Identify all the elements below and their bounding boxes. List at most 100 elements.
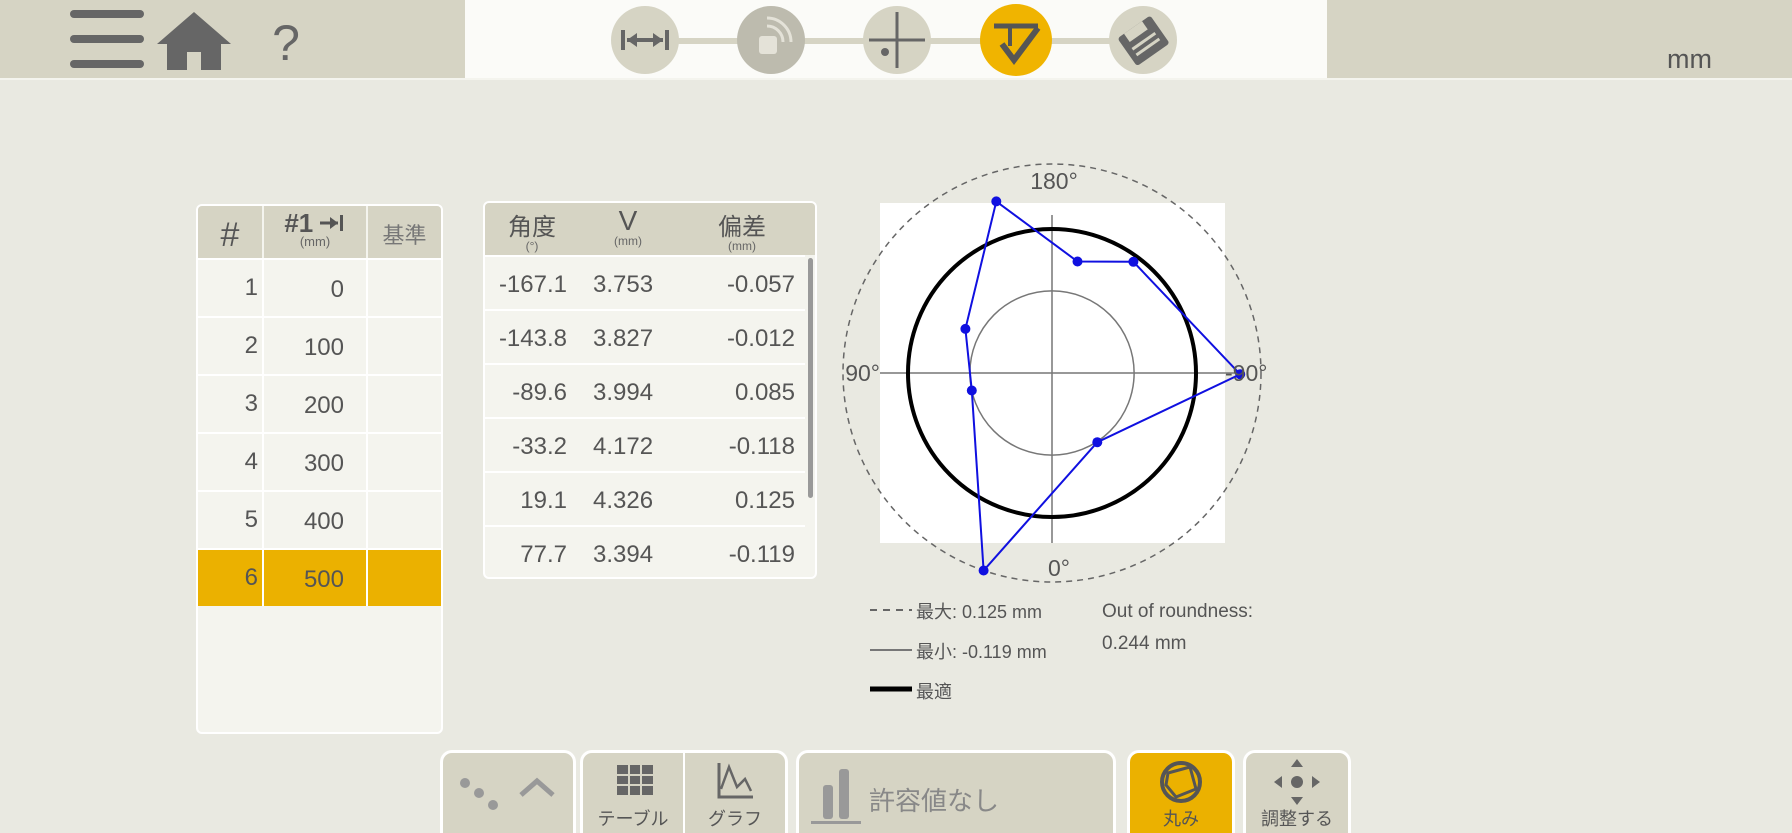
oor-label: Out of roundness: [1102,601,1254,622]
roundness-button[interactable]: 丸み [1127,750,1235,833]
measurement-table-header: 角度 (°) V (mm) 偏差 (mm) [485,203,815,255]
polar-plot: 180° -90° 0° 90° [842,163,1267,583]
workflow-bar [465,0,1327,78]
measurement-point [966,385,977,396]
wf-step-measure[interactable] [980,4,1052,76]
top-bar: ? mm [0,0,1792,80]
roundness-label: 丸み [1163,809,1199,829]
measurement-table: 角度 (°) V (mm) 偏差 (mm) -167.1 3.753 -0.05… [483,201,817,579]
out-of-roundness: Out of roundness: 0.244 mm [1102,596,1253,660]
row-number: 1 [244,274,258,301]
wf-step-connect[interactable] [737,6,805,74]
measurement-point [1128,256,1139,267]
wf-step-save[interactable] [1109,6,1177,74]
thick-line-icon [870,686,912,692]
units-label: mm [1667,44,1712,74]
graph-view-label: グラフ [708,809,762,829]
row-number: 3 [244,390,258,417]
table-row[interactable]: 4 300 [198,432,441,490]
measurement-point [960,323,971,334]
row-number: 2 [244,332,258,359]
measurement-point [1072,256,1083,267]
table-row[interactable]: 2 100 [198,316,441,374]
angle-label-bottom: 0° [1048,555,1070,581]
row-number: 6 [244,564,258,591]
cell-deviation: -0.119 [728,541,795,568]
distance-icon [621,30,669,50]
chart-legend: 最大: 0.125 mm 最小: -0.119 mm 最適 Out of rou… [868,592,1288,712]
crosshair-icon [869,12,925,68]
legend-best-text: 最適 [916,682,952,702]
signal-icon [759,16,793,54]
header-position[interactable]: #1 (mm) [264,208,366,260]
angle-label-top: 180° [1030,168,1078,194]
adjust-label: 調整する [1261,809,1333,829]
roundness-chart: 180° -90° 0° 90° [840,160,1290,590]
save-icon [1118,16,1169,66]
cell-angle: -89.6 [512,379,567,406]
adjust-button[interactable]: 調整する [1243,750,1351,833]
legend-min-text: 最小: -0.119 mm [916,642,1047,662]
wf-step-distance[interactable] [611,6,679,74]
table-row[interactable]: -143.8 3.827 -0.012 [485,309,805,365]
header-position-unit: (mm) [299,234,331,249]
measurement-point [1092,437,1103,448]
cell-deviation: 0.085 [734,379,795,406]
legend-max-text: 最大: 0.125 mm [916,602,1043,622]
cell-deviation: 0.125 [734,487,795,514]
row-number: 4 [244,448,258,475]
dashed-line-icon [870,609,912,611]
row-position: 400 [303,508,344,535]
cell-angle: -167.1 [498,271,567,298]
table-row[interactable]: -167.1 3.753 -0.057 [485,255,805,311]
position-table: # #1 (mm) 基準 1 0 2 100 3 200 4 300 5 400… [196,204,443,734]
dots-chevron-icon [460,777,555,810]
table-view-label: テーブル [597,809,669,829]
table-row-selected[interactable]: 6 500 [198,548,441,606]
cell-angle: 77.7 [520,541,567,568]
tolerance-button[interactable]: 許容値なし [796,750,1116,833]
home-icon[interactable] [155,10,233,72]
menu-icon[interactable] [68,8,146,70]
table-row[interactable]: 77.7 3.394 -0.119 [485,525,805,577]
table-row[interactable]: 1 0 [198,258,441,316]
header-v: V (mm) [593,205,663,248]
wf-step-setup[interactable] [863,6,931,74]
angle-label-right: -90° [1225,360,1267,386]
table-scrollbar[interactable] [808,258,813,498]
measure-check-icon [994,23,1041,65]
help-icon[interactable]: ? [266,12,306,68]
cell-angle: 19.1 [520,487,567,514]
graph-icon [717,763,753,799]
angle-label-left: 90° [845,360,880,386]
table-row[interactable]: 3 200 [198,374,441,432]
svg-text:?: ? [272,15,300,68]
row-position: 500 [303,566,344,593]
cell-v: 3.827 [593,325,654,352]
table-row[interactable]: -33.2 4.172 -0.118 [485,417,805,473]
header-v-unit: (mm) [614,234,642,248]
cell-v: 3.994 [593,379,654,406]
header-angle-unit: (°) [525,239,539,253]
oor-value: 0.244 mm [1102,633,1187,654]
table-row[interactable]: -89.6 3.994 0.085 [485,363,805,419]
table-row[interactable]: 5 400 [198,490,441,548]
header-angle-label: 角度 [508,214,556,241]
table-row[interactable]: 19.1 4.326 0.125 [485,471,805,527]
row-position: 200 [303,392,344,419]
thin-line-icon [870,649,912,651]
tolerance-label: 許容値なし [869,786,1000,816]
roundness-icon [1160,761,1202,803]
header-deviation: 偏差 (mm) [707,207,777,253]
cell-angle: -33.2 [512,433,567,460]
move-arrows-icon [1274,759,1320,805]
header-deviation-label: 偏差 [718,214,766,241]
view-toggle: テーブル グラフ [580,750,788,833]
table-view-button[interactable]: テーブル [583,753,683,833]
cell-deviation: -0.118 [728,433,795,460]
points-collapse-button[interactable] [440,750,576,833]
measurement-point [978,565,989,576]
graph-view-button[interactable]: グラフ [685,753,785,833]
measurement-point [991,196,1002,207]
tolerance-bar-icon [811,769,861,824]
